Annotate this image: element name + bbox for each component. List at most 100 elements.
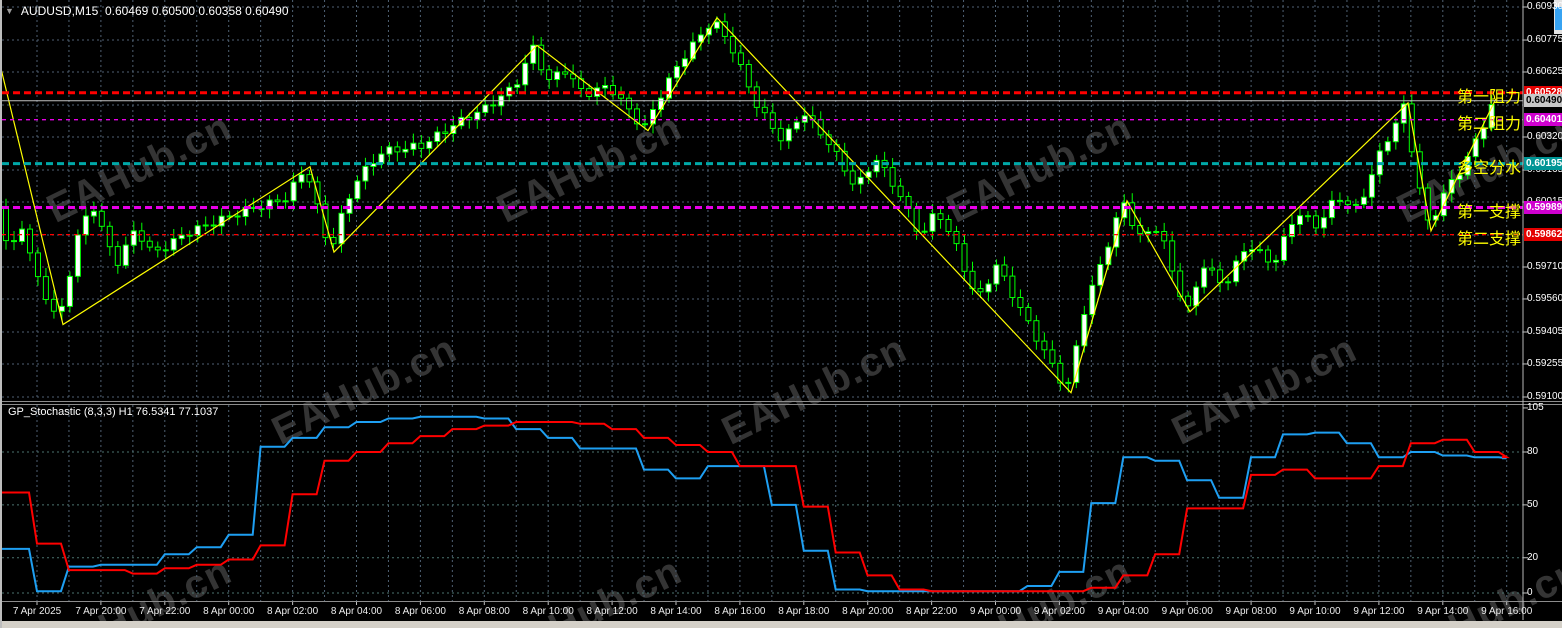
candle-body	[1313, 215, 1319, 229]
candle-body	[234, 215, 241, 218]
candle-body	[945, 219, 952, 232]
candle-body	[546, 69, 553, 81]
candle-body	[777, 127, 784, 142]
candle-body	[442, 131, 449, 134]
price-axis-label: 0.60625	[1527, 65, 1562, 77]
current-price-badge: 0.60490	[1524, 94, 1562, 108]
candle-body	[562, 71, 569, 75]
candle-body	[74, 234, 81, 277]
candle-body	[713, 21, 720, 29]
candle-body	[761, 106, 768, 114]
candle-body	[1105, 246, 1112, 266]
candle-body	[50, 298, 57, 312]
symbol-dropdown-icon[interactable]: ▼	[5, 6, 14, 16]
candle-body	[658, 97, 664, 110]
candle-body	[1233, 260, 1240, 283]
candle-body	[210, 224, 217, 227]
candle-body	[554, 71, 561, 81]
time-axis-label[interactable]: 9 Apr 16:00	[1461, 606, 1553, 617]
candle-body	[977, 288, 984, 293]
indicator-title: GP_Stochastic (8,3,3) H1 76.5341 77.1037	[8, 406, 219, 418]
level-label-resistance-2: 第二阻力	[1456, 115, 1521, 133]
candle-body	[849, 170, 856, 185]
candle-body	[1201, 267, 1208, 288]
candle-body	[1384, 141, 1391, 152]
candle-body	[1033, 320, 1040, 342]
candle-body	[482, 104, 489, 113]
candle-body	[801, 115, 808, 123]
candle-body	[418, 142, 425, 149]
candle-body	[386, 146, 393, 155]
candle-body	[522, 62, 529, 86]
low-value: 0.60358	[198, 3, 242, 18]
candle-body	[410, 142, 417, 150]
candle-body	[306, 174, 313, 183]
level-label-pivot: 多空分水	[1456, 159, 1521, 177]
candle-body	[66, 275, 73, 307]
price-axis-label: 0.60930	[1527, 1, 1562, 12]
candle-body	[1360, 196, 1367, 205]
candle-body	[114, 246, 121, 266]
candle-body	[873, 159, 880, 173]
candle-body	[1153, 231, 1160, 233]
candle-body	[106, 225, 113, 248]
candle-body	[1368, 174, 1375, 198]
level-label-support-1: 第一支撑	[1456, 203, 1521, 221]
close-value: 0.60490	[245, 3, 289, 18]
candle-body	[1097, 264, 1104, 286]
candle-body	[1161, 231, 1168, 242]
candle-body	[961, 243, 968, 272]
candle-body	[681, 58, 688, 68]
candle-body	[1344, 200, 1351, 205]
candle-body	[354, 180, 361, 200]
candle-body	[785, 128, 792, 142]
window-left-border	[0, 0, 2, 628]
candle-body	[1073, 345, 1080, 383]
candle-body	[929, 213, 936, 232]
candle-body	[1009, 275, 1016, 299]
candle-body	[202, 224, 209, 227]
candle-body	[490, 104, 497, 107]
candle-body	[729, 35, 736, 54]
candle-body	[602, 85, 609, 89]
stoch-scale-label: 105	[1527, 401, 1544, 413]
level-label-resistance-1: 第一阻力	[1456, 88, 1521, 106]
candle-body	[298, 174, 305, 183]
candle-body	[170, 238, 177, 251]
candle-body	[642, 123, 648, 126]
candle-body	[1392, 122, 1399, 143]
candle-body	[154, 246, 161, 251]
candle-body	[1041, 340, 1048, 351]
candle-body	[993, 264, 1000, 285]
candle-body	[1265, 249, 1271, 263]
candle-body	[1320, 217, 1327, 229]
candle-body	[985, 283, 992, 293]
candle-body	[122, 244, 129, 266]
chart-canvas[interactable]	[0, 0, 1562, 628]
candle-body	[378, 153, 385, 165]
stoch-line-d	[2, 421, 1510, 593]
candle-body	[434, 131, 441, 142]
candle-body	[1193, 286, 1200, 307]
candle-body	[1273, 259, 1279, 263]
candle-body	[745, 64, 752, 88]
candle-body	[42, 276, 49, 301]
candle-body	[35, 252, 41, 278]
candle-body	[282, 200, 289, 203]
price-badge-support-1: 0.59989	[1524, 201, 1562, 215]
candle-body	[82, 215, 89, 236]
candle-body	[793, 121, 800, 130]
price-badge-resistance-2: 0.60401	[1524, 113, 1562, 127]
chart-title-bar[interactable]: ▼ AUDUSD,M15 0.60469 0.60500 0.60358 0.60…	[5, 3, 289, 18]
candle-body	[362, 165, 369, 182]
candle-body	[1209, 267, 1216, 271]
candle-body	[130, 230, 137, 246]
trading-chart-window: EAHub.cn EAHub.cn EAHub.cn EAHub.cn EAHub.cn…	[0, 0, 1562, 628]
candle-body	[953, 231, 960, 245]
candle-body	[1305, 215, 1311, 218]
candle-body	[857, 176, 864, 185]
level-label-support-2: 第二支撑	[1456, 230, 1521, 248]
stoch-scale-label: 50	[1527, 498, 1539, 510]
candle-body	[937, 213, 944, 220]
candle-body	[1065, 381, 1072, 384]
